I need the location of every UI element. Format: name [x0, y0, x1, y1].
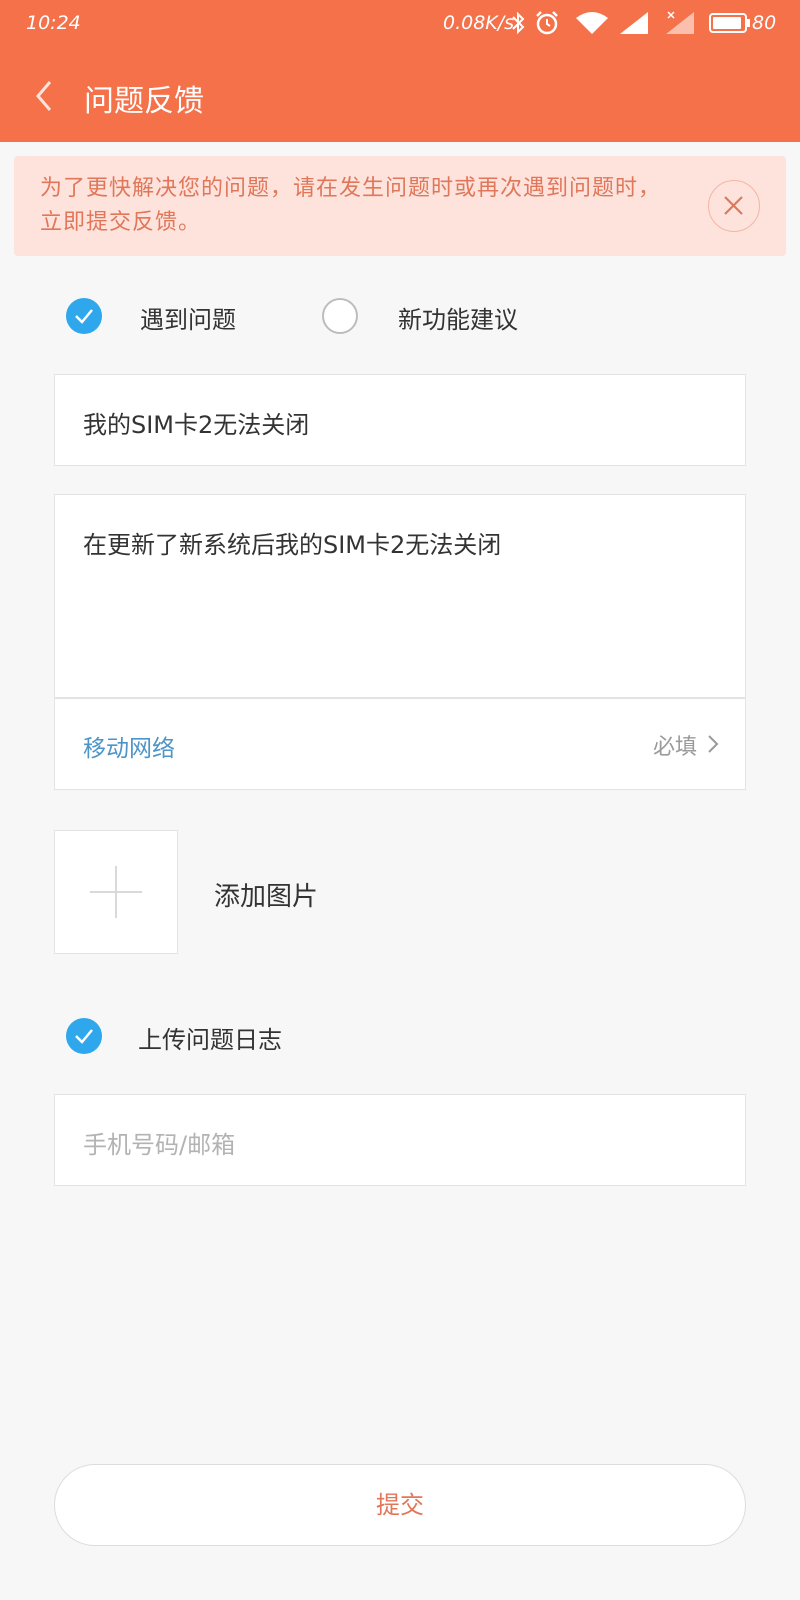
category-selector[interactable]: 移动网络 必填	[54, 698, 746, 790]
notice-close-button[interactable]	[708, 180, 760, 232]
description-field[interactable]: 在更新了新系统后我的SIM卡2无法关闭	[54, 494, 746, 698]
close-icon	[724, 196, 743, 215]
notice-banner: 为了更快解决您的问题，请在发生问题时或再次遇到问题时，立即提交反馈。	[14, 156, 786, 256]
category-label: 移动网络	[83, 736, 175, 762]
check-icon	[75, 1029, 93, 1044]
title-field-value: 我的SIM卡2无法关闭	[83, 411, 310, 439]
check-icon	[75, 309, 93, 324]
add-image-button[interactable]	[54, 830, 178, 954]
chevron-right-icon	[708, 735, 719, 753]
radio-checked	[66, 298, 102, 334]
title-field[interactable]: 我的SIM卡2无法关闭	[54, 374, 746, 466]
option-problem[interactable]: 遇到问题	[66, 292, 266, 342]
plus-icon	[90, 866, 142, 918]
battery-icon	[709, 13, 750, 33]
option-suggestion-label: 新功能建议	[398, 306, 518, 334]
description-field-value: 在更新了新系统后我的SIM卡2无法关闭	[83, 531, 502, 559]
status-bar: 10:24 0.08K/s 80	[0, 0, 800, 48]
notice-text: 为了更快解决您的问题，请在发生问题时或再次遇到问题时，立即提交反馈。	[40, 176, 662, 235]
page-title: 问题反馈	[84, 84, 204, 119]
wifi-icon	[576, 12, 608, 34]
add-image-label: 添加图片	[214, 882, 319, 912]
alarm-icon	[536, 11, 558, 35]
submit-button[interactable]: 提交	[54, 1464, 746, 1546]
option-suggestion[interactable]: 新功能建议	[322, 292, 542, 342]
submit-label: 提交	[376, 1491, 424, 1519]
upload-log-checkbox[interactable]: 上传问题日志	[66, 1012, 326, 1062]
upload-log-label: 上传问题日志	[138, 1026, 282, 1054]
option-problem-label: 遇到问题	[140, 306, 236, 334]
radio-unchecked	[322, 298, 358, 334]
required-hint: 必填	[652, 735, 697, 760]
app-header: 10:24 0.08K/s 80 问题反馈	[0, 0, 800, 142]
checkbox-checked	[66, 1018, 102, 1054]
signal-no-sim-icon	[666, 11, 694, 34]
contact-placeholder: 手机号码/邮箱	[83, 1131, 236, 1159]
bluetooth-icon	[512, 11, 525, 35]
battery-level: 80	[752, 12, 777, 34]
chevron-left-icon[interactable]	[26, 76, 66, 116]
status-network-speed: 0.08K/s	[443, 12, 515, 34]
feedback-type-group: 遇到问题 新功能建议	[0, 292, 800, 342]
status-time: 10:24	[26, 12, 81, 34]
signal-icon	[620, 12, 648, 34]
contact-field[interactable]: 手机号码/邮箱	[54, 1094, 746, 1186]
